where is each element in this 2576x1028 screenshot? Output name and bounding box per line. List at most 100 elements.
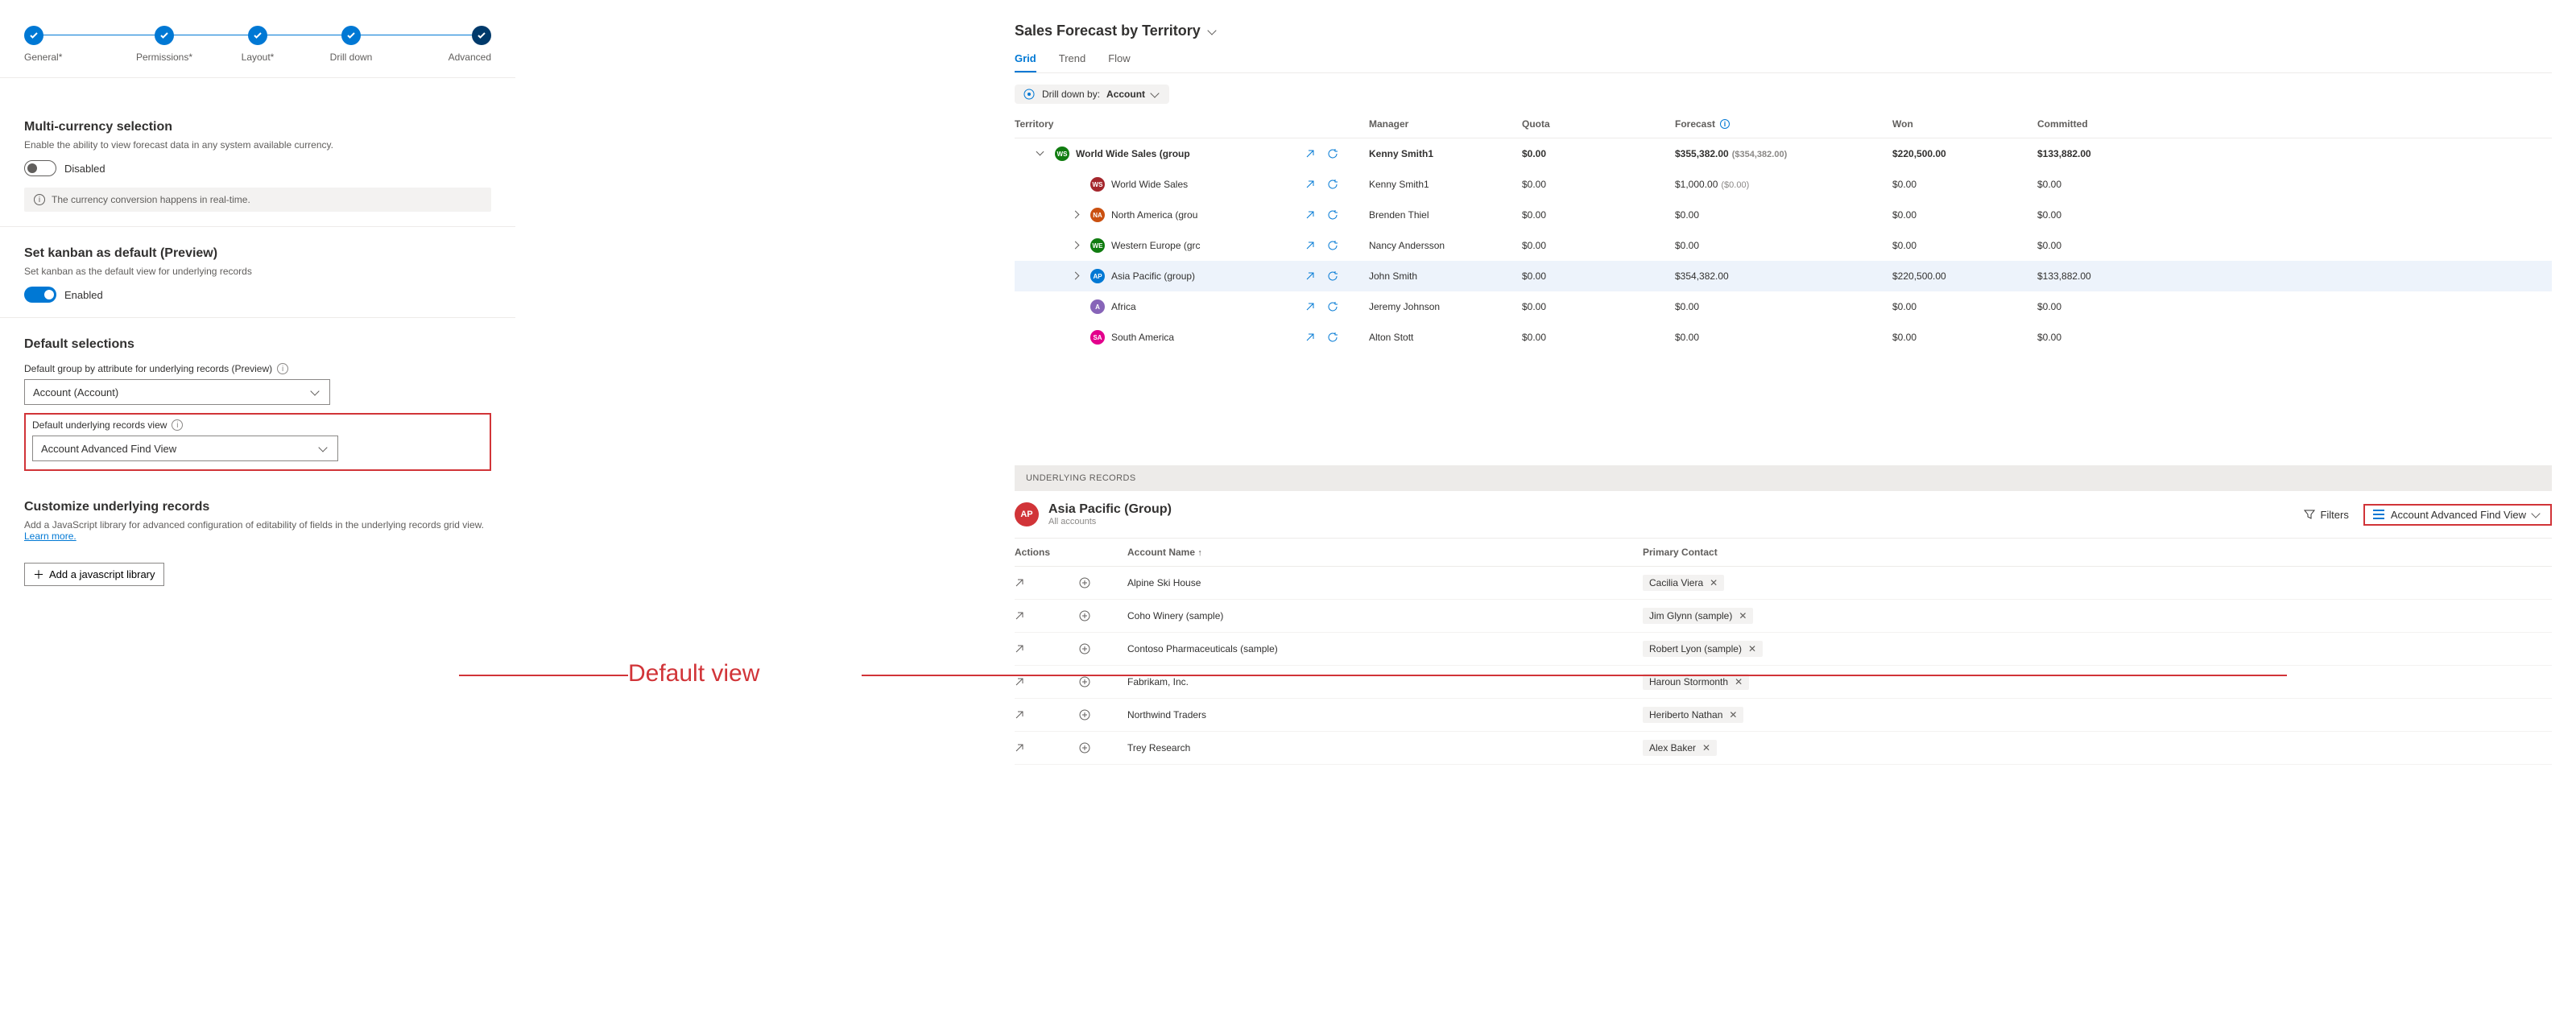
drilldown-pill[interactable]: Drill down by: Account (1015, 85, 1169, 104)
chip-remove-icon[interactable]: ✕ (1748, 643, 1756, 654)
forecast-row[interactable]: WEWestern Europe (grcNancy Andersson$0.0… (1015, 230, 2552, 261)
territory-avatar: A (1090, 299, 1105, 314)
territory-name: North America (grou (1111, 209, 1197, 221)
col-quota[interactable]: Quota (1522, 118, 1675, 130)
share-icon[interactable] (1305, 270, 1316, 282)
col-actions[interactable]: Actions (1015, 547, 1079, 558)
step-general[interactable]: General* (24, 26, 118, 63)
groupby-select[interactable]: Account (Account) (24, 379, 330, 405)
step-permissions[interactable]: Permissions* (118, 26, 211, 63)
share-icon[interactable] (1305, 240, 1316, 251)
territory-name: Africa (1111, 301, 1136, 312)
contact-chip[interactable]: Heriberto Nathan✕ (1643, 707, 1743, 723)
share-icon[interactable] (1305, 332, 1316, 343)
share-icon[interactable] (1305, 148, 1316, 159)
open-record-icon[interactable] (1015, 611, 1079, 621)
chip-label: Alex Baker (1649, 742, 1696, 753)
refresh-icon[interactable] (1327, 240, 1338, 251)
forecast-row[interactable]: APAsia Pacific (group)John Smith$0.00$35… (1015, 261, 2552, 291)
defaultview-select[interactable]: Account Advanced Find View (32, 436, 338, 461)
col-account[interactable]: Account Name ↑ (1127, 547, 1643, 558)
list-icon (2373, 510, 2384, 519)
step-layout[interactable]: Layout* (211, 26, 304, 63)
col-territory[interactable]: Territory (1015, 118, 1305, 130)
cell-account-name: Northwind Traders (1127, 709, 1643, 720)
cell-quota: $0.00 (1522, 332, 1675, 343)
expand-icon[interactable] (1073, 209, 1084, 221)
share-icon[interactable] (1305, 179, 1316, 190)
chip-remove-icon[interactable]: ✕ (1729, 709, 1737, 720)
open-record-icon[interactable] (1015, 743, 1079, 753)
add-related-icon[interactable] (1079, 577, 1127, 588)
forecast-row[interactable]: AAfricaJeremy Johnson$0.00$0.00$0.00$0.0… (1015, 291, 2552, 322)
multi-currency-toggle[interactable] (24, 160, 56, 176)
open-record-icon[interactable] (1015, 677, 1079, 687)
underlying-row[interactable]: Trey ResearchAlex Baker✕ (1015, 732, 2552, 765)
forecast-title-dropdown[interactable]: Sales Forecast by Territory (1015, 23, 2552, 39)
underlying-row[interactable]: Northwind TradersHeriberto Nathan✕ (1015, 699, 2552, 732)
underlying-row[interactable]: Fabrikam, Inc.Haroun Stormonth✕ (1015, 666, 2552, 699)
cell-forecast: $1,000.00($0.00) (1675, 179, 1892, 190)
refresh-icon[interactable] (1327, 332, 1338, 343)
view-picker-highlight[interactable]: Account Advanced Find View (2363, 504, 2552, 526)
col-committed[interactable]: Committed (2037, 118, 2166, 130)
chip-remove-icon[interactable]: ✕ (1735, 676, 1743, 687)
open-record-icon[interactable] (1015, 578, 1079, 588)
share-icon[interactable] (1305, 209, 1316, 221)
open-record-icon[interactable] (1015, 644, 1079, 654)
info-icon[interactable]: i (1720, 119, 1730, 129)
cell-manager: John Smith (1369, 270, 1522, 282)
chip-remove-icon[interactable]: ✕ (1710, 577, 1718, 588)
add-related-icon[interactable] (1079, 709, 1127, 720)
col-manager[interactable]: Manager (1369, 118, 1522, 130)
forecast-row[interactable]: WSWorld Wide SalesKenny Smith1$0.00$1,00… (1015, 169, 2552, 200)
contact-chip[interactable]: Jim Glynn (sample)✕ (1643, 608, 1753, 624)
underlying-row[interactable]: Alpine Ski HouseCacilia Viera✕ (1015, 567, 2552, 600)
refresh-icon[interactable] (1327, 301, 1338, 312)
kanban-toggle[interactable] (24, 287, 56, 303)
tab-trend[interactable]: Trend (1059, 46, 1085, 72)
refresh-icon[interactable] (1327, 148, 1338, 159)
expand-icon[interactable] (1073, 270, 1084, 282)
contact-chip[interactable]: Haroun Stormonth✕ (1643, 674, 1749, 690)
territory-name: World Wide Sales (1111, 179, 1188, 190)
contact-chip[interactable]: Robert Lyon (sample)✕ (1643, 641, 1763, 657)
add-related-icon[interactable] (1079, 643, 1127, 654)
add-related-icon[interactable] (1079, 610, 1127, 621)
expand-icon[interactable] (1073, 240, 1084, 251)
add-related-icon[interactable] (1079, 676, 1127, 687)
learn-more-link[interactable]: Learn more. (24, 531, 76, 542)
tab-grid[interactable]: Grid (1015, 46, 1036, 72)
refresh-icon[interactable] (1327, 270, 1338, 282)
row-actions (1305, 179, 1369, 190)
share-icon[interactable] (1305, 301, 1316, 312)
open-record-icon[interactable] (1015, 710, 1079, 720)
forecast-row[interactable]: SASouth AmericaAlton Stott$0.00$0.00$0.0… (1015, 322, 2552, 353)
col-forecast[interactable]: Forecast i (1675, 118, 1892, 130)
info-icon[interactable]: i (172, 419, 183, 431)
contact-chip[interactable]: Alex Baker ✕ (1643, 740, 1717, 756)
info-icon[interactable]: i (277, 363, 288, 374)
underlying-row[interactable]: Contoso Pharmaceuticals (sample)Robert L… (1015, 633, 2552, 666)
forecast-row[interactable]: NANorth America (grouBrenden Thiel$0.00$… (1015, 200, 2552, 230)
col-won[interactable]: Won (1892, 118, 2037, 130)
expand-icon[interactable] (1037, 148, 1048, 159)
step-drilldown[interactable]: Drill down (304, 26, 398, 63)
chevron-down-icon (1152, 89, 1161, 99)
underlying-row[interactable]: Coho Winery (sample)Jim Glynn (sample)✕ (1015, 600, 2552, 633)
chip-remove-icon[interactable]: ✕ (1702, 742, 1710, 753)
forecast-row[interactable]: WSWorld Wide Sales (groupKenny Smith1$0.… (1015, 138, 2552, 169)
chip-remove-icon[interactable]: ✕ (1739, 610, 1747, 621)
filters-button[interactable]: Filters (2304, 509, 2348, 521)
tab-flow[interactable]: Flow (1108, 46, 1130, 72)
contact-chip[interactable]: Cacilia Viera✕ (1643, 575, 1724, 591)
step-advanced[interactable]: Advanced (398, 26, 491, 63)
col-contact[interactable]: Primary Contact (1643, 547, 2552, 558)
check-icon (24, 26, 43, 45)
refresh-icon[interactable] (1327, 209, 1338, 221)
group-avatar: AP (1015, 502, 1039, 526)
add-js-library-button[interactable]: ＋ Add a javascript library (24, 563, 164, 586)
cell-manager: Kenny Smith1 (1369, 179, 1522, 190)
refresh-icon[interactable] (1327, 179, 1338, 190)
add-related-icon[interactable] (1079, 742, 1127, 753)
